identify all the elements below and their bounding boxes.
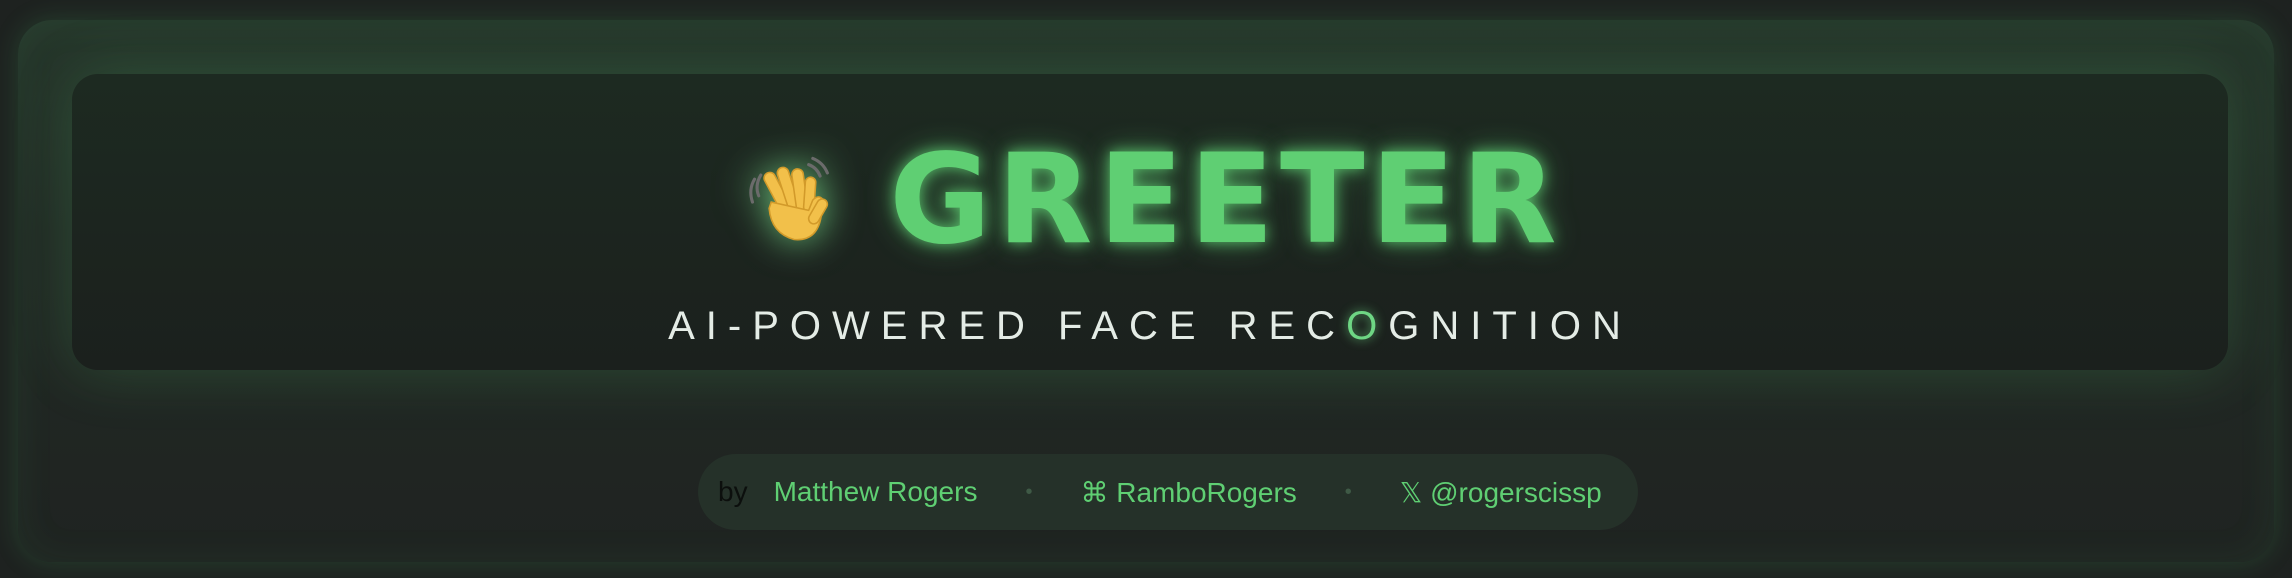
author-link[interactable]: Matthew Rogers (774, 476, 978, 508)
header-card: GREETER AI-POWERED FACE RECOGNITION by M… (18, 20, 2274, 562)
subtitle-text-end: GNITION (1388, 304, 1632, 348)
github-link[interactable]: ⌘ RamboRogers (1080, 476, 1296, 509)
app-subtitle: AI-POWERED FACE RECOGNITION (72, 306, 2228, 346)
twitter-link[interactable]: 𝕏 @rogerscissp (1400, 476, 1602, 509)
subtitle-text-start: AI-POWERED FACE REC (668, 304, 1347, 348)
by-label: by (718, 476, 748, 507)
title-row: GREETER (72, 136, 2228, 264)
credits-bar: by Matthew Rogers • ⌘ RamboRogers • 𝕏 @r… (698, 454, 1638, 530)
app-title: GREETER (889, 128, 1563, 272)
hero-panel: GREETER AI-POWERED FACE RECOGNITION (72, 74, 2228, 370)
separator-dot: • (1344, 480, 1352, 503)
waving-hand-icon-graphic (749, 156, 830, 241)
waving-hand-icon (737, 145, 847, 255)
separator-dot: • (1025, 480, 1033, 503)
subtitle-accent-letter: O (1346, 304, 1389, 348)
